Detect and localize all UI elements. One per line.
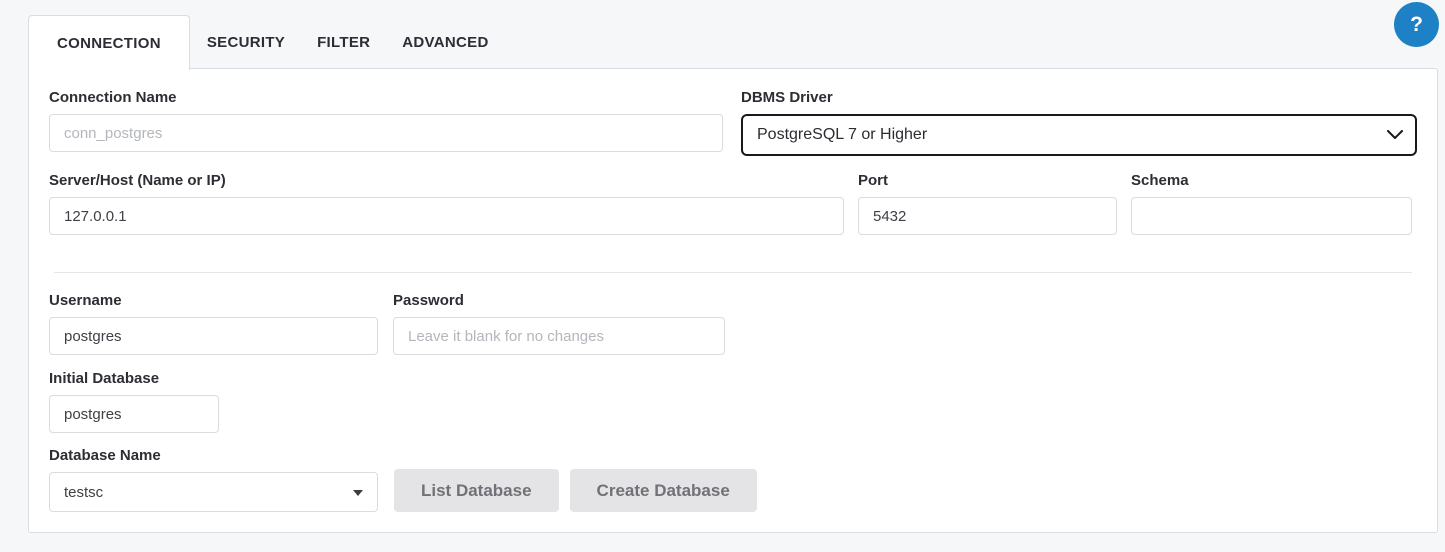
database-name-selected-value: testsc bbox=[64, 483, 104, 501]
tab-bar: CONNECTION SECURITY FILTER ADVANCED bbox=[28, 15, 1438, 70]
dbms-driver-field: DBMS Driver PostgreSQL 7 or Higher bbox=[741, 89, 1417, 156]
port-input[interactable] bbox=[858, 197, 1117, 235]
dbms-driver-select[interactable]: PostgreSQL 7 or Higher bbox=[741, 114, 1417, 156]
username-input[interactable] bbox=[49, 317, 378, 355]
tab-advanced[interactable]: ADVANCED bbox=[387, 15, 503, 69]
row-initial-database: Initial Database bbox=[49, 370, 1417, 433]
tab-connection-label: CONNECTION bbox=[57, 34, 161, 52]
tab-filter[interactable]: FILTER bbox=[302, 15, 385, 69]
panel-content: Connection Name DBMS Driver PostgreSQL 7… bbox=[29, 69, 1437, 512]
chevron-down-icon bbox=[1387, 130, 1403, 139]
database-name-select[interactable]: testsc bbox=[49, 472, 378, 512]
server-host-input[interactable] bbox=[49, 197, 844, 235]
port-field: Port bbox=[858, 172, 1117, 235]
password-input[interactable] bbox=[393, 317, 725, 355]
database-name-label: Database Name bbox=[49, 447, 161, 464]
row-server-port-schema: Server/Host (Name or IP) Port Schema bbox=[49, 172, 1417, 235]
create-database-button[interactable]: Create Database bbox=[569, 469, 757, 512]
password-field: Password bbox=[393, 292, 725, 355]
connection-name-label: Connection Name bbox=[49, 89, 177, 106]
initial-database-field: Initial Database bbox=[49, 370, 219, 433]
connection-name-field: Connection Name bbox=[49, 89, 723, 156]
dbms-driver-selected-value: PostgreSQL 7 or Higher bbox=[757, 126, 928, 143]
password-label: Password bbox=[393, 292, 464, 309]
tab-filter-label: FILTER bbox=[317, 33, 371, 51]
server-host-field: Server/Host (Name or IP) bbox=[49, 172, 844, 235]
tab-connection[interactable]: CONNECTION bbox=[28, 15, 190, 70]
tab-security-label: SECURITY bbox=[206, 33, 286, 51]
row-username-password: Username Password bbox=[49, 292, 1417, 355]
schema-input[interactable] bbox=[1131, 197, 1412, 235]
schema-label: Schema bbox=[1131, 172, 1189, 189]
connection-name-input[interactable] bbox=[49, 114, 723, 152]
list-database-button[interactable]: List Database bbox=[394, 469, 559, 512]
server-host-label: Server/Host (Name or IP) bbox=[49, 172, 226, 189]
port-label: Port bbox=[858, 172, 888, 189]
tab-security[interactable]: SECURITY bbox=[192, 15, 300, 69]
caret-down-icon bbox=[353, 490, 363, 496]
initial-database-label: Initial Database bbox=[49, 370, 160, 387]
tab-advanced-label: ADVANCED bbox=[402, 33, 489, 51]
database-actions: List Database Create Database bbox=[394, 447, 757, 512]
dbms-driver-label: DBMS Driver bbox=[741, 89, 833, 106]
username-label: Username bbox=[49, 292, 122, 309]
username-field: Username bbox=[49, 292, 378, 355]
database-name-field: Database Name testsc bbox=[49, 447, 378, 512]
section-divider bbox=[54, 272, 1412, 273]
row-connection-dbms: Connection Name DBMS Driver PostgreSQL 7… bbox=[49, 89, 1417, 156]
row-database-name: Database Name testsc List Database Creat… bbox=[49, 447, 1417, 512]
schema-field: Schema bbox=[1131, 172, 1412, 235]
connection-settings-page: CONNECTION SECURITY FILTER ADVANCED ? Co… bbox=[0, 0, 1445, 552]
connection-panel: Connection Name DBMS Driver PostgreSQL 7… bbox=[28, 68, 1438, 533]
initial-database-input[interactable] bbox=[49, 395, 219, 433]
